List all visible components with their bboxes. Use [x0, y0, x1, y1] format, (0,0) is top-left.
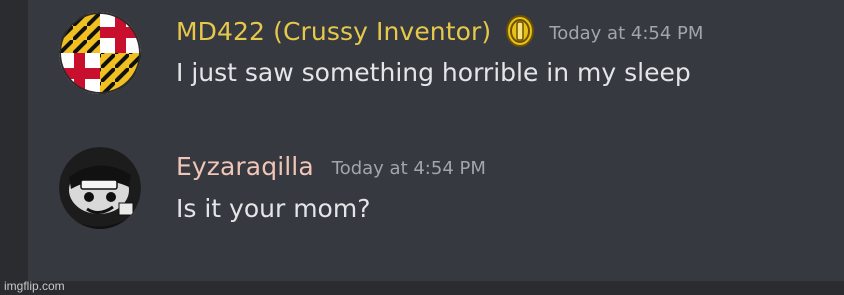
timestamp: Today at 4:54 PM	[549, 22, 704, 44]
message-header: MD422 (Crussy Inventor) Today at 4:54 PM	[176, 12, 703, 50]
timestamp: Today at 4:54 PM	[331, 157, 486, 179]
message-item: Eyzaraqilla Today at 4:54 PM Is it your …	[28, 134, 844, 244]
message-header: Eyzaraqilla Today at 4:54 PM	[176, 148, 486, 184]
gold-coin-icon[interactable]	[505, 15, 535, 47]
chat-message-list: MD422 (Crussy Inventor) Today at 4:54 PM…	[28, 0, 844, 281]
username[interactable]: MD422 (Crussy Inventor)	[176, 17, 491, 46]
maryland-flag-avatar[interactable]	[59, 12, 141, 94]
monochrome-character-avatar[interactable]	[59, 147, 141, 229]
message-content: Is it your mom?	[176, 194, 371, 223]
username[interactable]: Eyzaraqilla	[176, 152, 314, 181]
imgflip-watermark: imgflip.com	[4, 279, 65, 293]
message-content: I just saw something horrible in my slee…	[176, 58, 691, 87]
message-item: MD422 (Crussy Inventor) Today at 4:54 PM…	[28, 0, 844, 120]
screenshot-frame: MD422 (Crussy Inventor) Today at 4:54 PM…	[0, 0, 844, 295]
